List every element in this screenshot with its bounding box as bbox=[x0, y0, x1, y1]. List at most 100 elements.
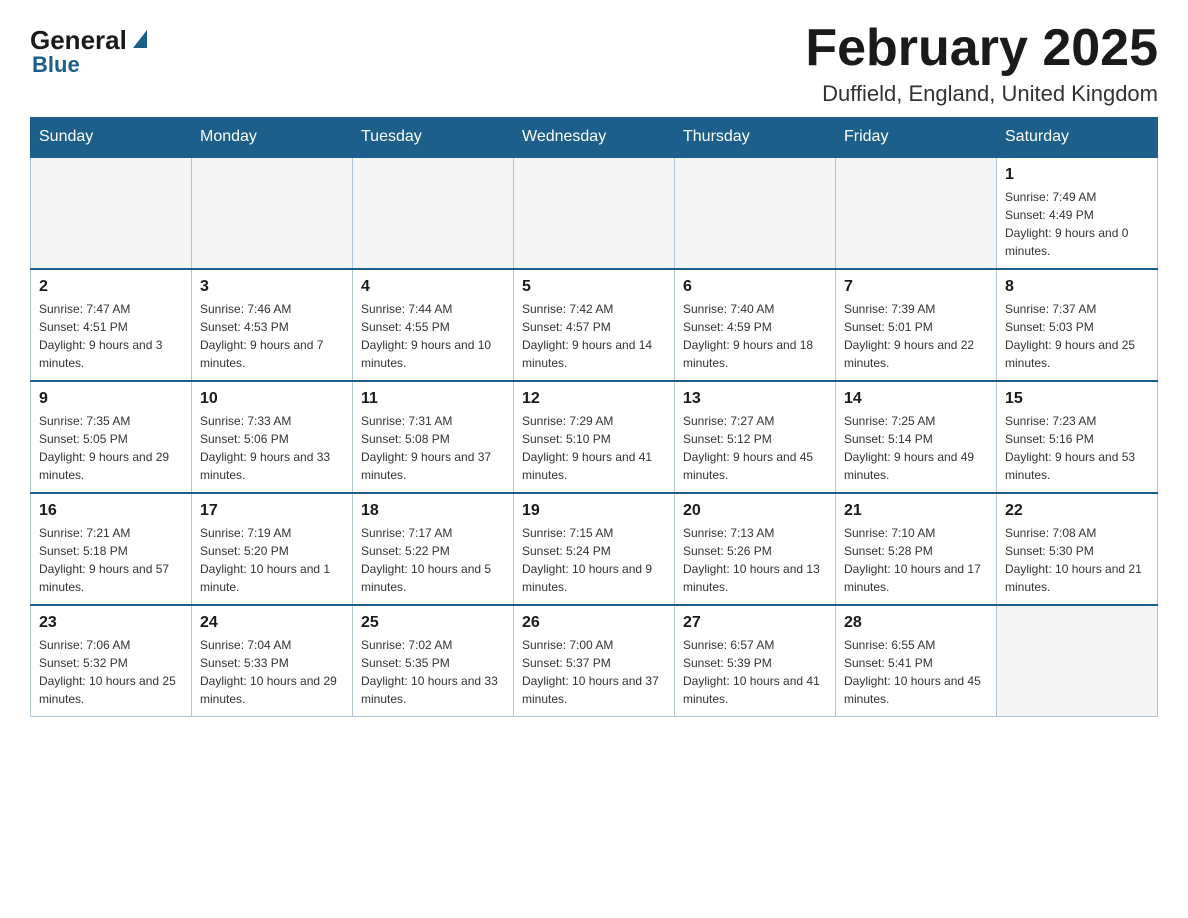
day-number: 1 bbox=[1005, 166, 1149, 184]
day-header-sunday: Sunday bbox=[31, 118, 192, 158]
day-info: Sunrise: 7:31 AMSunset: 5:08 PMDaylight:… bbox=[361, 412, 505, 484]
calendar-cell: 10 Sunrise: 7:33 AMSunset: 5:06 PMDayligh… bbox=[192, 381, 353, 493]
day-number: 16 bbox=[39, 502, 183, 520]
day-number: 24 bbox=[200, 614, 344, 632]
calendar-cell: 14Sunrise: 7:25 AMSunset: 5:14 PMDayligh… bbox=[836, 381, 997, 493]
calendar-cell: 17 Sunrise: 7:19 AMSunset: 5:20 PMDayligh… bbox=[192, 493, 353, 605]
logo-triangle-icon bbox=[133, 30, 147, 48]
calendar-cell: 2Sunrise: 7:47 AMSunset: 4:51 PMDaylight… bbox=[31, 269, 192, 381]
day-number: 22 bbox=[1005, 502, 1149, 520]
day-info: Sunrise: 7:47 AMSunset: 4:51 PMDaylight:… bbox=[39, 300, 183, 372]
calendar-cell: 9Sunrise: 7:35 AMSunset: 5:05 PMDaylight… bbox=[31, 381, 192, 493]
day-info: Sunrise: 7:13 AMSunset: 5:26 PMDaylight:… bbox=[683, 524, 827, 596]
day-number: 17 bbox=[200, 502, 344, 520]
day-number: 5 bbox=[522, 278, 666, 296]
day-info: Sunrise: 7:17 AMSunset: 5:22 PMDaylight:… bbox=[361, 524, 505, 596]
day-number: 27 bbox=[683, 614, 827, 632]
day-header-thursday: Thursday bbox=[675, 118, 836, 158]
day-info: Sunrise: 7:19 AMSunset: 5:20 PMDaylight:… bbox=[200, 524, 344, 596]
calendar-cell: 4Sunrise: 7:44 AMSunset: 4:55 PMDaylight… bbox=[353, 269, 514, 381]
logo-blue-text: Blue bbox=[32, 52, 80, 78]
calendar-week-row: 1 Sunrise: 7:49 AMSunset: 4:49 PMDaylight… bbox=[31, 157, 1158, 269]
day-number: 3 bbox=[200, 278, 344, 296]
calendar-header-row: SundayMondayTuesdayWednesdayThursdayFrid… bbox=[31, 118, 1158, 158]
day-info: Sunrise: 7:40 AMSunset: 4:59 PMDaylight:… bbox=[683, 300, 827, 372]
day-header-monday: Monday bbox=[192, 118, 353, 158]
day-info: Sunrise: 7:10 AMSunset: 5:28 PMDaylight:… bbox=[844, 524, 988, 596]
day-number: 15 bbox=[1005, 390, 1149, 408]
day-number: 23 bbox=[39, 614, 183, 632]
day-number: 6 bbox=[683, 278, 827, 296]
calendar-cell: 8 Sunrise: 7:37 AMSunset: 5:03 PMDaylight… bbox=[997, 269, 1158, 381]
calendar-week-row: 9Sunrise: 7:35 AMSunset: 5:05 PMDaylight… bbox=[31, 381, 1158, 493]
day-number: 28 bbox=[844, 614, 988, 632]
calendar-table: SundayMondayTuesdayWednesdayThursdayFrid… bbox=[30, 117, 1158, 717]
calendar-cell: 13 Sunrise: 7:27 AMSunset: 5:12 PMDayligh… bbox=[675, 381, 836, 493]
day-number: 7 bbox=[844, 278, 988, 296]
calendar-cell: 18 Sunrise: 7:17 AMSunset: 5:22 PMDayligh… bbox=[353, 493, 514, 605]
calendar-cell: 7 Sunrise: 7:39 AMSunset: 5:01 PMDaylight… bbox=[836, 269, 997, 381]
calendar-cell: 21 Sunrise: 7:10 AMSunset: 5:28 PMDayligh… bbox=[836, 493, 997, 605]
calendar-cell: 28 Sunrise: 6:55 AMSunset: 5:41 PMDayligh… bbox=[836, 605, 997, 717]
calendar-cell bbox=[353, 157, 514, 269]
day-info: Sunrise: 7:33 AMSunset: 5:06 PMDaylight:… bbox=[200, 412, 344, 484]
calendar-cell bbox=[192, 157, 353, 269]
day-header-tuesday: Tuesday bbox=[353, 118, 514, 158]
day-number: 12 bbox=[522, 390, 666, 408]
day-header-saturday: Saturday bbox=[997, 118, 1158, 158]
day-info: Sunrise: 7:39 AMSunset: 5:01 PMDaylight:… bbox=[844, 300, 988, 372]
calendar-cell bbox=[836, 157, 997, 269]
day-info: Sunrise: 6:55 AMSunset: 5:41 PMDaylight:… bbox=[844, 636, 988, 708]
day-info: Sunrise: 7:42 AMSunset: 4:57 PMDaylight:… bbox=[522, 300, 666, 372]
title-block: February 2025 Duffield, England, United … bbox=[805, 20, 1158, 107]
location-text: Duffield, England, United Kingdom bbox=[805, 81, 1158, 107]
day-number: 8 bbox=[1005, 278, 1149, 296]
day-number: 26 bbox=[522, 614, 666, 632]
calendar-week-row: 23Sunrise: 7:06 AMSunset: 5:32 PMDayligh… bbox=[31, 605, 1158, 717]
calendar-cell: 12Sunrise: 7:29 AMSunset: 5:10 PMDayligh… bbox=[514, 381, 675, 493]
day-info: Sunrise: 7:44 AMSunset: 4:55 PMDaylight:… bbox=[361, 300, 505, 372]
day-info: Sunrise: 7:49 AMSunset: 4:49 PMDaylight:… bbox=[1005, 188, 1149, 260]
day-info: Sunrise: 7:37 AMSunset: 5:03 PMDaylight:… bbox=[1005, 300, 1149, 372]
day-number: 10 bbox=[200, 390, 344, 408]
calendar-cell bbox=[31, 157, 192, 269]
day-info: Sunrise: 6:57 AMSunset: 5:39 PMDaylight:… bbox=[683, 636, 827, 708]
calendar-cell: 5 Sunrise: 7:42 AMSunset: 4:57 PMDaylight… bbox=[514, 269, 675, 381]
day-info: Sunrise: 7:21 AMSunset: 5:18 PMDaylight:… bbox=[39, 524, 183, 596]
calendar-week-row: 2Sunrise: 7:47 AMSunset: 4:51 PMDaylight… bbox=[31, 269, 1158, 381]
calendar-cell: 19 Sunrise: 7:15 AMSunset: 5:24 PMDayligh… bbox=[514, 493, 675, 605]
logo: General Blue bbox=[30, 20, 147, 78]
day-number: 21 bbox=[844, 502, 988, 520]
day-number: 18 bbox=[361, 502, 505, 520]
calendar-cell: 23Sunrise: 7:06 AMSunset: 5:32 PMDayligh… bbox=[31, 605, 192, 717]
calendar-cell: 25Sunrise: 7:02 AMSunset: 5:35 PMDayligh… bbox=[353, 605, 514, 717]
day-number: 13 bbox=[683, 390, 827, 408]
calendar-cell bbox=[997, 605, 1158, 717]
day-info: Sunrise: 7:46 AMSunset: 4:53 PMDaylight:… bbox=[200, 300, 344, 372]
day-info: Sunrise: 7:23 AMSunset: 5:16 PMDaylight:… bbox=[1005, 412, 1149, 484]
day-info: Sunrise: 7:02 AMSunset: 5:35 PMDaylight:… bbox=[361, 636, 505, 708]
calendar-cell: 1 Sunrise: 7:49 AMSunset: 4:49 PMDaylight… bbox=[997, 157, 1158, 269]
day-number: 9 bbox=[39, 390, 183, 408]
calendar-cell: 3 Sunrise: 7:46 AMSunset: 4:53 PMDaylight… bbox=[192, 269, 353, 381]
calendar-cell bbox=[514, 157, 675, 269]
calendar-cell: 15 Sunrise: 7:23 AMSunset: 5:16 PMDayligh… bbox=[997, 381, 1158, 493]
day-info: Sunrise: 7:27 AMSunset: 5:12 PMDaylight:… bbox=[683, 412, 827, 484]
month-title: February 2025 bbox=[805, 20, 1158, 77]
day-number: 20 bbox=[683, 502, 827, 520]
calendar-cell: 16 Sunrise: 7:21 AMSunset: 5:18 PMDayligh… bbox=[31, 493, 192, 605]
calendar-cell: 27 Sunrise: 6:57 AMSunset: 5:39 PMDayligh… bbox=[675, 605, 836, 717]
calendar-cell: 20 Sunrise: 7:13 AMSunset: 5:26 PMDayligh… bbox=[675, 493, 836, 605]
calendar-cell: 22 Sunrise: 7:08 AMSunset: 5:30 PMDayligh… bbox=[997, 493, 1158, 605]
day-header-wednesday: Wednesday bbox=[514, 118, 675, 158]
calendar-week-row: 16 Sunrise: 7:21 AMSunset: 5:18 PMDayligh… bbox=[31, 493, 1158, 605]
day-info: Sunrise: 7:08 AMSunset: 5:30 PMDaylight:… bbox=[1005, 524, 1149, 596]
calendar-cell bbox=[675, 157, 836, 269]
calendar-cell: 24Sunrise: 7:04 AMSunset: 5:33 PMDayligh… bbox=[192, 605, 353, 717]
day-number: 19 bbox=[522, 502, 666, 520]
day-info: Sunrise: 7:00 AMSunset: 5:37 PMDaylight:… bbox=[522, 636, 666, 708]
calendar-cell: 26 Sunrise: 7:00 AMSunset: 5:37 PMDayligh… bbox=[514, 605, 675, 717]
day-info: Sunrise: 7:15 AMSunset: 5:24 PMDaylight:… bbox=[522, 524, 666, 596]
calendar-cell: 6 Sunrise: 7:40 AMSunset: 4:59 PMDaylight… bbox=[675, 269, 836, 381]
day-number: 11 bbox=[361, 390, 505, 408]
